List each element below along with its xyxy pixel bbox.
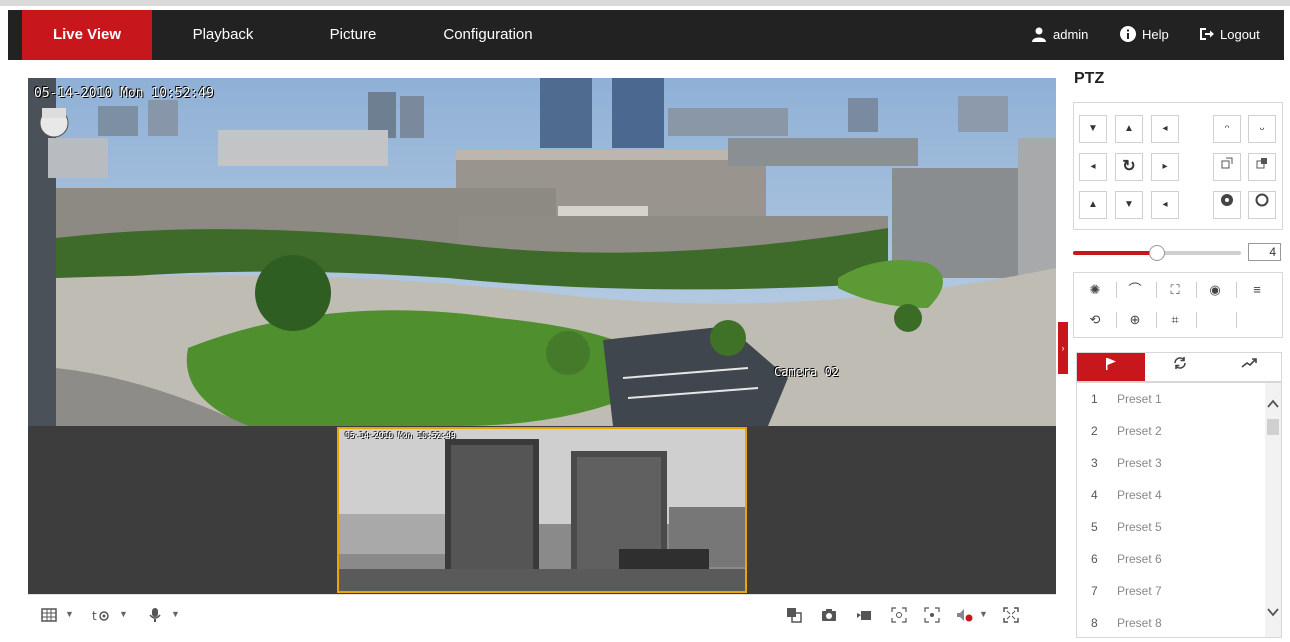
camera-name-osd: Camera 02 (774, 365, 840, 379)
help-label: Help (1142, 27, 1169, 42)
preset-item[interactable]: 1 Preset 1 (1077, 383, 1265, 415)
iris-open-icon[interactable] (1213, 191, 1241, 219)
fullscreen-icon[interactable] (1000, 607, 1022, 627)
preset-list: 1 Preset 1 2 Preset 2 3 Preset 3 4 Preset 4 … (1076, 382, 1282, 638)
ptz-panel-toggle[interactable]: › (1058, 322, 1068, 374)
top-navigation: Live View Playback Picture Configuration… (8, 10, 1284, 60)
tab-configuration[interactable]: Configuration (428, 10, 548, 60)
main-video-view[interactable]: 05-14-2010 Mon 10:52:49 Camera 02 (28, 78, 1056, 426)
3d-positioning-icon[interactable] (921, 607, 943, 627)
capture-icon[interactable] (818, 607, 840, 627)
audio-mute-icon[interactable] (954, 607, 976, 627)
ptz-function-bar: ✺ ⌒ ⛶ ◉ ≡ ⟲ ⊕ ⌗ (1073, 272, 1283, 338)
preset-icon (1106, 358, 1116, 370)
preset-item[interactable]: 3 Preset 3 (1077, 447, 1265, 479)
pattern-tab[interactable] (1215, 353, 1283, 381)
zoom-out-icon[interactable]: ᵔ (1213, 115, 1241, 143)
preset-list-scrollbar[interactable] (1265, 383, 1281, 637)
ptz-down-button[interactable]: ▼ (1115, 191, 1143, 219)
ptz-auto-pan-button[interactable]: ↻ (1115, 153, 1143, 181)
microphone-icon[interactable] (144, 607, 166, 627)
focus-near-icon[interactable] (1213, 153, 1241, 181)
video-timestamp-osd: 05-14-2010 Mon 10:52:49 (34, 86, 215, 101)
help-link[interactable]: Help (1120, 10, 1169, 60)
manual-tracking-icon[interactable]: ⟲ (1080, 307, 1110, 333)
preset-item[interactable]: 5 Preset 5 (1077, 511, 1265, 543)
logout-label: Logout (1220, 27, 1260, 42)
pattern-icon (1241, 358, 1257, 368)
one-touch-park-icon[interactable]: ⌗ (1160, 307, 1190, 333)
stream-dropdown-caret[interactable]: ▼ (119, 609, 128, 619)
3d-zoom-icon[interactable]: ⊕ (1120, 307, 1150, 333)
ptz-left-button[interactable]: ◂ (1079, 153, 1107, 181)
menu-icon[interactable]: ≡ (1242, 277, 1272, 303)
logout-icon (1200, 28, 1214, 40)
ptz-speed-handle[interactable] (1149, 245, 1165, 261)
ptz-direction-pad: ▼ ▲ ◂ ◂ ↻ ▸ ▲ ▼ ◂ ᵔ ᵕ (1073, 102, 1283, 230)
live-view-toolbar: ▼ t ▼ ▼ ▼ (28, 594, 1056, 638)
window-split-icon[interactable] (783, 607, 805, 627)
info-icon (1120, 26, 1136, 42)
ptz-up-right-button[interactable]: ◂ (1151, 115, 1179, 143)
preset-item[interactable]: 7 Preset 7 (1077, 575, 1265, 607)
ptz-right-button[interactable]: ▸ (1151, 153, 1179, 181)
tab-picture[interactable]: Picture (308, 10, 398, 60)
panorama-scene (28, 78, 1056, 426)
window-layout-icon[interactable] (38, 607, 60, 627)
preset-item[interactable]: 6 Preset 6 (1077, 543, 1265, 575)
ptz-up-button[interactable]: ▲ (1115, 115, 1143, 143)
record-icon[interactable] (853, 607, 875, 627)
preset-item[interactable]: 2 Preset 2 (1077, 415, 1265, 447)
stream-type-icon[interactable]: t (90, 607, 112, 627)
ptz-tab-bar (1076, 352, 1282, 382)
scroll-up-icon[interactable] (1267, 399, 1279, 408)
zoom-in-icon[interactable]: ᵕ (1248, 115, 1276, 143)
pip-video-view[interactable]: 05-14-2010 Mon 10:52:49 (337, 427, 747, 593)
preset-item[interactable]: 8 Preset 8 (1077, 607, 1265, 637)
tab-playback[interactable]: Playback (168, 10, 278, 60)
patrol-tab[interactable] (1146, 353, 1214, 381)
layout-dropdown-caret[interactable]: ▼ (65, 609, 74, 619)
digital-zoom-icon[interactable] (888, 607, 910, 627)
focus-far-icon[interactable] (1248, 153, 1276, 181)
light-icon[interactable]: ✺ (1080, 277, 1110, 303)
ptz-speed-fill (1073, 251, 1157, 255)
pip-scene (339, 429, 745, 591)
ptz-up-left-button[interactable]: ▼ (1079, 115, 1107, 143)
scroll-down-icon[interactable] (1267, 608, 1279, 617)
ptz-speed-slider[interactable] (1073, 245, 1241, 261)
lens-initialization-icon[interactable]: ◉ (1200, 277, 1230, 303)
audio-dropdown-caret[interactable]: ▼ (171, 609, 180, 619)
user-name: admin (1053, 27, 1089, 42)
ptz-title: PTZ (1074, 70, 1105, 87)
pip-timestamp-osd: 05-14-2010 Mon 10:52:49 (345, 431, 456, 440)
auxiliary-focus-icon[interactable]: ⛶ (1160, 277, 1190, 303)
preset-tab[interactable] (1077, 353, 1145, 381)
wiper-icon[interactable]: ⌒ (1120, 277, 1150, 303)
preset-item[interactable]: 4 Preset 4 (1077, 479, 1265, 511)
logout-link[interactable]: Logout (1198, 10, 1260, 60)
tab-live-view[interactable]: Live View (22, 10, 152, 60)
user-icon (1032, 27, 1046, 42)
audio-volume-caret[interactable]: ▼ (979, 609, 988, 619)
ptz-down-right-button[interactable]: ◂ (1151, 191, 1179, 219)
iris-close-icon[interactable] (1248, 191, 1276, 219)
svg-text:t: t (92, 609, 97, 623)
ptz-speed-value: 4 (1248, 243, 1281, 261)
ptz-down-left-button[interactable]: ▲ (1079, 191, 1107, 219)
user-menu[interactable]: admin (1031, 10, 1088, 60)
patrol-icon (1174, 357, 1186, 369)
